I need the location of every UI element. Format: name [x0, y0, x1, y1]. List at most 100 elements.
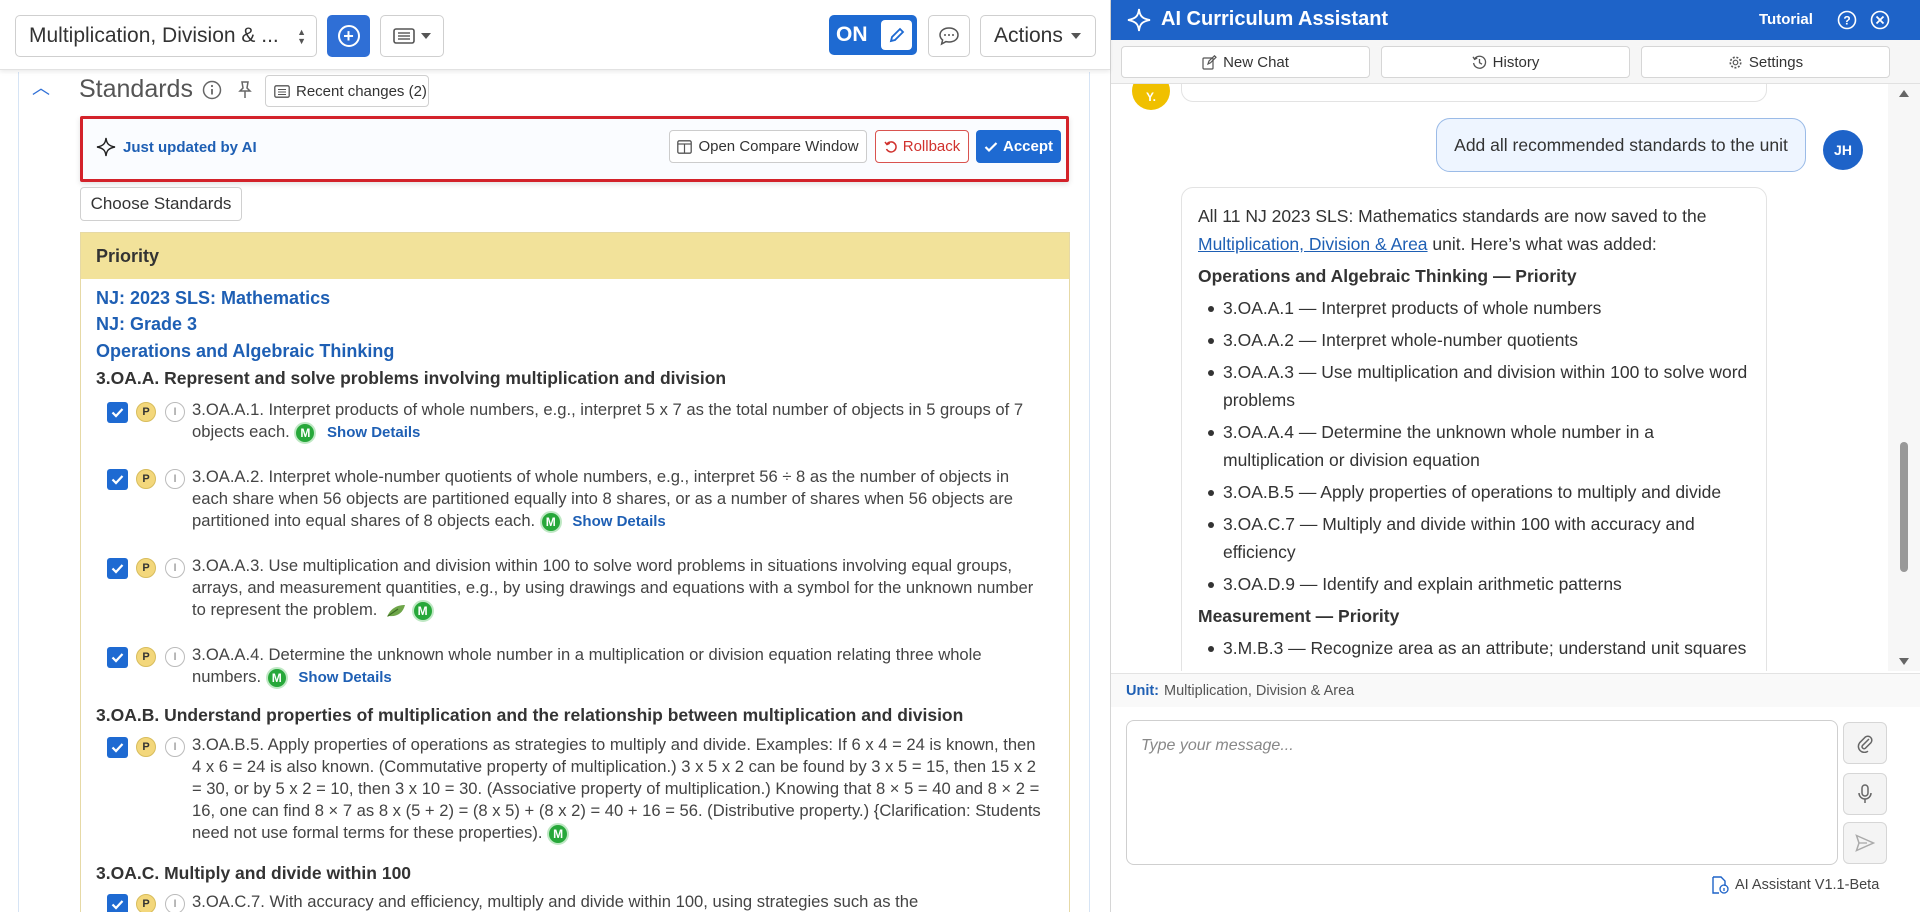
- unit-link[interactable]: Multiplication, Division & Area: [1198, 234, 1428, 254]
- open-compare-window-button[interactable]: Open Compare Window: [669, 130, 867, 163]
- chevron-down-icon: [1070, 33, 1081, 39]
- list-item: 3.OA.C.7 — Multiply and divide within 10…: [1206, 510, 1750, 566]
- priority-badge: P: [136, 558, 156, 578]
- plus-icon: +: [337, 25, 360, 47]
- ai-assistant-panel: AI Curriculum Assistant Tutorial ? New C…: [1110, 0, 1920, 912]
- cluster-heading: 3.OA.C. Multiply and divide within 100: [96, 863, 412, 883]
- help-icon[interactable]: ?: [1837, 10, 1857, 35]
- assistant-avatar: Y.: [1132, 84, 1170, 110]
- standard-checkbox[interactable]: [107, 647, 128, 668]
- chevron-up-icon[interactable]: ︿: [32, 74, 50, 100]
- info-badge[interactable]: I: [165, 558, 185, 578]
- message-input[interactable]: Type your message...: [1126, 720, 1838, 865]
- recent-changes-button[interactable]: Recent changes (2): [265, 75, 429, 107]
- standard-checkbox[interactable]: [107, 402, 128, 423]
- list-item: 3.M.B.3 — Recognize area as an attribute…: [1206, 634, 1750, 662]
- actions-label: Actions: [994, 24, 1063, 47]
- sparkle-icon: [1127, 8, 1151, 32]
- send-button[interactable]: [1843, 822, 1887, 864]
- scroll-down-arrow-icon[interactable]: [1899, 658, 1909, 665]
- standards-list: 3.M.B.3 — Recognize area as an attribute…: [1198, 634, 1750, 662]
- show-details-link[interactable]: Show Details: [572, 513, 665, 530]
- cluster-heading: 3.OA.B. Understand properties of multipl…: [96, 705, 964, 725]
- user-message-text: Add all recommended standards to the uni…: [1454, 134, 1788, 155]
- add-button[interactable]: +: [327, 15, 370, 57]
- tab-label: History: [1492, 53, 1540, 71]
- accept-button[interactable]: Accept: [976, 130, 1061, 163]
- edit-mode-toggle[interactable]: ON: [829, 15, 917, 55]
- edit-icon: [1202, 54, 1217, 70]
- compare-label: Open Compare Window: [698, 138, 859, 155]
- info-badge[interactable]: I: [165, 647, 185, 667]
- actions-menu[interactable]: Actions: [980, 15, 1096, 57]
- assistant-header: AI Curriculum Assistant Tutorial ?: [1111, 0, 1920, 40]
- tab-label: Settings: [1748, 53, 1804, 71]
- checkmark-icon: [111, 900, 124, 910]
- choose-standards-button[interactable]: Choose Standards: [80, 187, 242, 221]
- close-icon[interactable]: [1870, 10, 1890, 35]
- show-details-link[interactable]: Show Details: [327, 424, 420, 441]
- crumb-domain[interactable]: Operations and Algebraic Thinking: [96, 341, 394, 362]
- history-icon: [1472, 55, 1486, 69]
- scroll-up-arrow-icon[interactable]: [1899, 90, 1909, 97]
- info-icon[interactable]: [202, 80, 222, 105]
- comments-button[interactable]: [928, 15, 970, 57]
- mastery-badge: M: [539, 510, 562, 533]
- choose-standards-label: Choose Standards: [90, 194, 232, 213]
- sort-arrows-icon: ▲ ▼: [297, 27, 306, 46]
- assistant-tabs: New Chat History Settings: [1111, 40, 1920, 84]
- chat-scrollbar[interactable]: [1888, 84, 1920, 671]
- standard-checkbox[interactable]: [107, 894, 128, 912]
- show-details-link[interactable]: Show Details: [298, 669, 391, 686]
- svg-text:?: ?: [1843, 14, 1850, 28]
- priority-badge: P: [136, 469, 156, 489]
- chevron-down-icon: [421, 33, 431, 39]
- assistant-message: All 11 NJ 2023 SLS: Mathematics standard…: [1181, 187, 1767, 671]
- ai-update-banner: Just updated by AI Open Compare Window R…: [80, 116, 1069, 182]
- list-item: 3.OA.A.1 — Interpret products of whole n…: [1206, 294, 1750, 322]
- standard-checkbox[interactable]: [107, 737, 128, 758]
- section-heading: Measurement — Priority: [1198, 606, 1400, 626]
- reply-intro-end: unit. Here’s what was added:: [1427, 234, 1657, 254]
- tutorial-link[interactable]: Tutorial: [1759, 11, 1813, 28]
- tab-history[interactable]: History: [1381, 46, 1630, 78]
- standard-checkbox[interactable]: [107, 469, 128, 490]
- info-badge[interactable]: I: [165, 402, 185, 422]
- info-badge[interactable]: I: [165, 469, 185, 489]
- unit-selector[interactable]: Multiplication, Division & ... ▲ ▼: [15, 15, 317, 57]
- list-item: 3.OA.A.3 — Use multiplication and divisi…: [1206, 358, 1750, 414]
- priority-badge: P: [136, 647, 156, 667]
- tab-label: New Chat: [1223, 53, 1289, 71]
- section-heading: Operations and Algebraic Thinking — Prio…: [1198, 266, 1577, 286]
- reply-intro-text: All 11 NJ 2023 SLS: Mathematics standard…: [1198, 206, 1707, 226]
- tab-new-chat[interactable]: New Chat: [1121, 46, 1370, 78]
- microphone-button[interactable]: [1843, 773, 1887, 815]
- tab-settings[interactable]: Settings: [1641, 46, 1890, 78]
- scroll-thumb[interactable]: [1900, 442, 1908, 572]
- view-menu-button[interactable]: [380, 15, 444, 57]
- standard-checkbox[interactable]: [107, 558, 128, 579]
- user-avatar: JH: [1823, 130, 1863, 170]
- standard-description: 3.OA.A.4. Determine the unknown whole nu…: [192, 644, 1042, 689]
- pin-icon[interactable]: [236, 80, 254, 105]
- crumb-grade[interactable]: NJ: Grade 3: [96, 314, 197, 335]
- mastery-badge: M: [265, 666, 288, 689]
- version-label: AI Assistant V1.1-Beta: [1711, 876, 1879, 894]
- gear-icon: [1729, 56, 1742, 68]
- rollback-button[interactable]: Rollback: [875, 130, 969, 163]
- standard-description: 3.OA.B.5. Apply properties of operations…: [192, 734, 1042, 845]
- list-item: 3.OA.A.4 — Determine the unknown whole n…: [1206, 418, 1750, 474]
- checkmark-icon: [111, 475, 124, 485]
- standard-text: 3.OA.C.7. With accuracy and efficiency, …: [192, 892, 919, 911]
- standards-list: 3.OA.A.1 — Interpret products of whole n…: [1198, 294, 1750, 598]
- attach-button[interactable]: [1843, 722, 1887, 764]
- info-badge[interactable]: I: [165, 737, 185, 757]
- app-root: Multiplication, Division & ... ▲▼ + ON: [0, 0, 1920, 912]
- standard-description: 3.OA.C.7. With accuracy and efficiency, …: [192, 891, 1042, 912]
- cluster-heading: 3.OA.A. Represent and solve problems inv…: [96, 368, 727, 388]
- crumb-framework[interactable]: NJ: 2023 SLS: Mathematics: [96, 288, 330, 309]
- checkmark-icon: [111, 653, 124, 663]
- unit-editor: Multiplication, Division & ... ▲▼ + ON: [0, 0, 1110, 912]
- info-badge[interactable]: I: [165, 894, 185, 912]
- priority-header: Priority: [81, 233, 1069, 279]
